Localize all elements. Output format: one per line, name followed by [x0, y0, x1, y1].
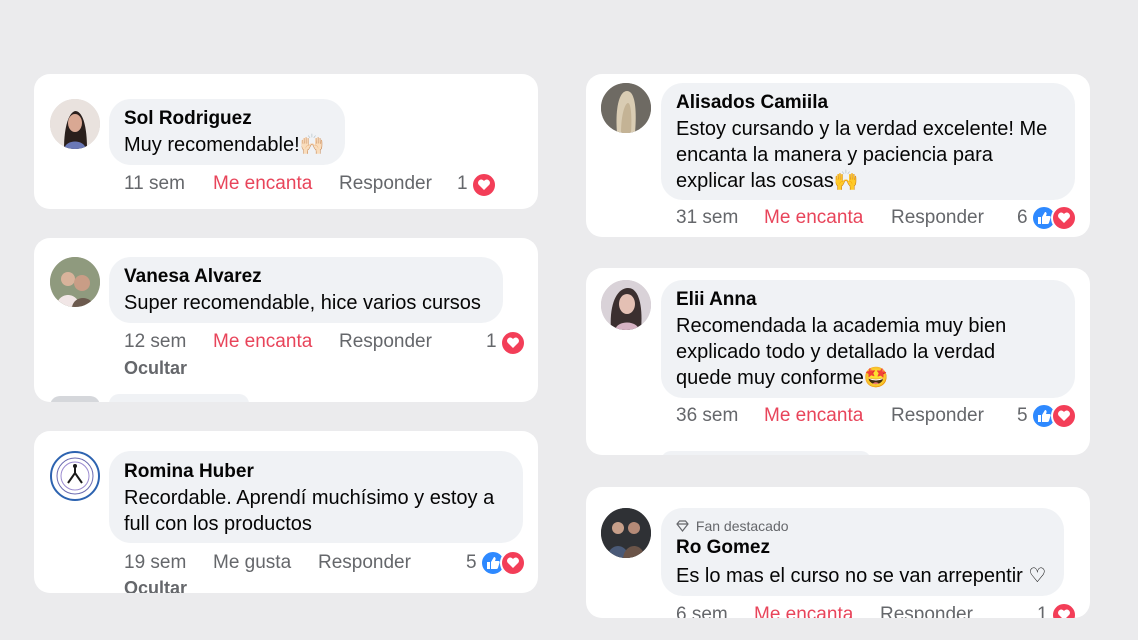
- comment-card: Fan destacado Ro Gomez Es lo mas el curs…: [586, 487, 1090, 618]
- author-name[interactable]: Sol Rodriguez: [124, 108, 252, 130]
- timestamp[interactable]: 31 sem: [676, 207, 738, 229]
- heart-icon[interactable]: [471, 172, 497, 198]
- like-button[interactable]: Me gusta: [213, 552, 291, 574]
- comment-text: quede muy conforme🤩: [676, 367, 889, 389]
- comment-bubble: Elii Anna Recomendada la academia muy bi…: [661, 280, 1075, 398]
- comment-card: Elii Anna Recomendada la academia muy bi…: [586, 268, 1090, 455]
- author-name[interactable]: Alisados Camiila: [676, 92, 828, 114]
- comment-card: Romina Huber Recordable. Aprendí muchísi…: [34, 431, 538, 593]
- hide-button[interactable]: Ocultar: [124, 358, 187, 379]
- reaction-count[interactable]: 1: [486, 331, 497, 353]
- comment-text: Recomendada la academia muy bien: [676, 315, 1007, 337]
- comment-card: Alisados Camiila Estoy cursando y la ver…: [586, 74, 1090, 237]
- reaction-count[interactable]: 5: [466, 552, 477, 574]
- comment-card: Vanesa Alvarez Super recomendable, hice …: [34, 238, 538, 402]
- timestamp[interactable]: 36 sem: [676, 405, 738, 427]
- avatar[interactable]: [601, 508, 651, 558]
- comment-text: Super recomendable, hice varios cursos: [124, 292, 481, 314]
- reaction-count[interactable]: 1: [457, 173, 468, 195]
- heart-icon[interactable]: [1051, 602, 1077, 618]
- comment-card: Sol Rodriguez Muy recomendable!🙌🏻 11 sem…: [34, 74, 538, 209]
- comment-bubble: Vanesa Alvarez Super recomendable, hice …: [109, 257, 503, 323]
- love-reaction-button[interactable]: Me encanta: [213, 331, 312, 353]
- badge-label: Fan destacado: [695, 518, 789, 534]
- heart-icon[interactable]: [1051, 403, 1077, 429]
- timestamp[interactable]: 12 sem: [124, 331, 186, 353]
- love-reaction-button[interactable]: Me encanta: [754, 604, 853, 618]
- author-name[interactable]: Vanesa Alvarez: [124, 266, 262, 288]
- avatar[interactable]: [50, 257, 100, 307]
- comment-text: explicado todo y detallado la verdad: [676, 341, 996, 363]
- timestamp[interactable]: 19 sem: [124, 552, 186, 574]
- next-comment-preview: [109, 394, 249, 402]
- comment-text: full con los productos: [124, 513, 312, 535]
- reply-button[interactable]: Responder: [880, 604, 973, 618]
- reply-button[interactable]: Responder: [891, 207, 984, 229]
- timestamp[interactable]: 6 sem: [676, 604, 728, 618]
- reaction-count[interactable]: 6: [1017, 207, 1028, 229]
- comment-text: Estoy cursando y la verdad excelente! Me: [676, 118, 1048, 140]
- avatar[interactable]: [601, 280, 651, 330]
- reaction-count[interactable]: 1: [1037, 604, 1048, 618]
- comment-bubble: Sol Rodriguez Muy recomendable!🙌🏻: [109, 99, 345, 165]
- comment-text: Es lo mas el curso no se van arrepentir …: [676, 565, 1047, 587]
- author-name[interactable]: Romina Huber: [124, 461, 254, 483]
- avatar[interactable]: [50, 99, 100, 149]
- next-avatar-preview: [50, 396, 100, 402]
- author-name[interactable]: Elii Anna: [676, 289, 757, 311]
- comment-text: encanta la manera y paciencia para: [676, 144, 993, 166]
- reaction-count[interactable]: 5: [1017, 405, 1028, 427]
- reply-button[interactable]: Responder: [318, 552, 411, 574]
- author-name[interactable]: Ro Gomez: [676, 537, 770, 559]
- heart-icon[interactable]: [500, 330, 526, 356]
- avatar[interactable]: [50, 451, 100, 501]
- heart-icon[interactable]: [500, 550, 526, 576]
- reply-button[interactable]: Responder: [339, 173, 432, 195]
- comment-text: explicar las cosas🙌: [676, 170, 859, 192]
- comment-bubble: Alisados Camiila Estoy cursando y la ver…: [661, 83, 1075, 200]
- avatar[interactable]: [601, 83, 651, 133]
- comment-text: Recordable. Aprendí muchísimo y estoy a: [124, 487, 495, 509]
- timestamp[interactable]: 11 sem: [124, 173, 185, 195]
- heart-icon[interactable]: [1051, 205, 1077, 231]
- next-comment-preview: [661, 451, 871, 455]
- comment-bubble: Romina Huber Recordable. Aprendí muchísi…: [109, 451, 523, 543]
- comment-text: Muy recomendable!🙌🏻: [124, 134, 325, 156]
- diamond-icon: [676, 520, 689, 532]
- comment-bubble: Fan destacado Ro Gomez Es lo mas el curs…: [661, 508, 1064, 596]
- love-reaction-button[interactable]: Me encanta: [764, 207, 863, 229]
- reply-button[interactable]: Responder: [339, 331, 432, 353]
- love-reaction-button[interactable]: Me encanta: [213, 173, 312, 195]
- reply-button[interactable]: Responder: [891, 405, 984, 427]
- hide-button[interactable]: Ocultar: [124, 578, 187, 593]
- top-fan-badge: Fan destacado: [676, 518, 789, 534]
- love-reaction-button[interactable]: Me encanta: [764, 405, 863, 427]
